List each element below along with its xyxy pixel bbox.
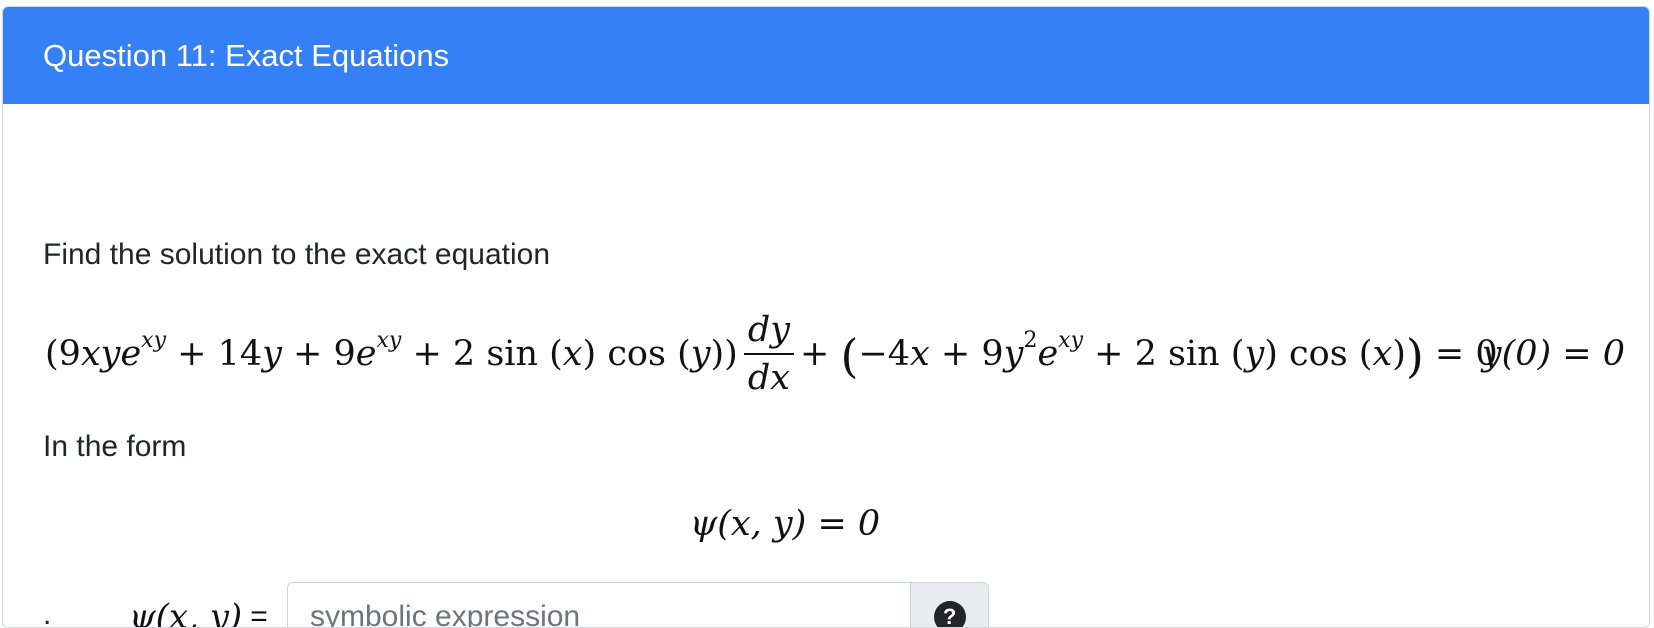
eq-term-4: + 2 sin ( — [401, 334, 563, 374]
eq-var-4: x — [562, 334, 583, 374]
eq-var-11: x — [1372, 334, 1393, 374]
answer-bullet: . — [43, 598, 52, 628]
dy-dx-fraction: dy dx — [743, 309, 795, 399]
eq-term-12: ) — [1392, 334, 1406, 374]
question-header: Question 11: Exact Equations — [3, 7, 1649, 104]
eq-exp-3: xy — [376, 327, 402, 353]
eq-lparen: ( — [45, 334, 59, 374]
eq-term-7: + — [800, 334, 841, 374]
eq-term-8: −4 — [858, 334, 911, 374]
exact-equation: ( 9 xye xy + 14 y + 9 e xy + 2 sin (x ) cos (… — [45, 304, 1498, 404]
answer-label-equals: = — [250, 600, 268, 628]
prompt-text: Find the solution to the exact equation — [43, 238, 551, 271]
eq-term-1: 9 — [58, 334, 81, 374]
help-icon: ? — [933, 601, 966, 627]
form-label-text: In the form — [43, 430, 187, 463]
eq-var-1: xye — [80, 334, 142, 374]
answer-label: ψ(x, y) = — [129, 582, 268, 628]
eq-term-9: + 9 — [929, 334, 1004, 374]
answer-input[interactable] — [287, 582, 912, 627]
eq-term-2: + 14 — [166, 334, 263, 374]
fraction-denominator: dx — [747, 358, 791, 398]
eq-big-rparen: ) — [1405, 329, 1424, 383]
eq-var-9: y — [1003, 334, 1024, 374]
equation-row: ( 9 xye xy + 14 y + 9 e xy + 2 sin (x ) cos (… — [45, 304, 1625, 404]
answer-input-group: ? — [287, 582, 989, 627]
eq-var-9b: e — [1037, 334, 1059, 374]
eq-term-10: + 2 sin ( — [1083, 334, 1245, 374]
eq-exp-1: xy — [141, 327, 167, 353]
help-button[interactable]: ? — [911, 582, 989, 627]
form-equation: ψ(x, y) = 0 — [689, 504, 881, 544]
answer-label-math: ψ(x, y) — [129, 597, 243, 628]
eq-exp-9b: xy — [1058, 327, 1083, 353]
eq-term-11: ) cos ( — [1264, 334, 1373, 374]
eq-var-8: x — [910, 334, 930, 374]
eq-term-3: + 9 — [281, 334, 356, 374]
eq-var-10: y — [1244, 334, 1265, 374]
initial-condition: y(0) = 0 — [1481, 334, 1625, 374]
fraction-numerator: dy — [743, 309, 795, 355]
question-card: Question 11: Exact Equations Find the so… — [2, 6, 1650, 628]
eq-var-3: e — [355, 334, 377, 374]
eq-var-2: y — [262, 334, 282, 374]
eq-term-5: ) cos ( — [582, 334, 691, 374]
eq-exp-9: 2 — [1023, 327, 1038, 353]
eq-term-6: )) — [710, 334, 738, 374]
eq-big-lparen: ( — [840, 329, 859, 383]
eq-var-5: y — [690, 334, 711, 374]
question-title: Question 11: Exact Equations — [43, 38, 450, 73]
